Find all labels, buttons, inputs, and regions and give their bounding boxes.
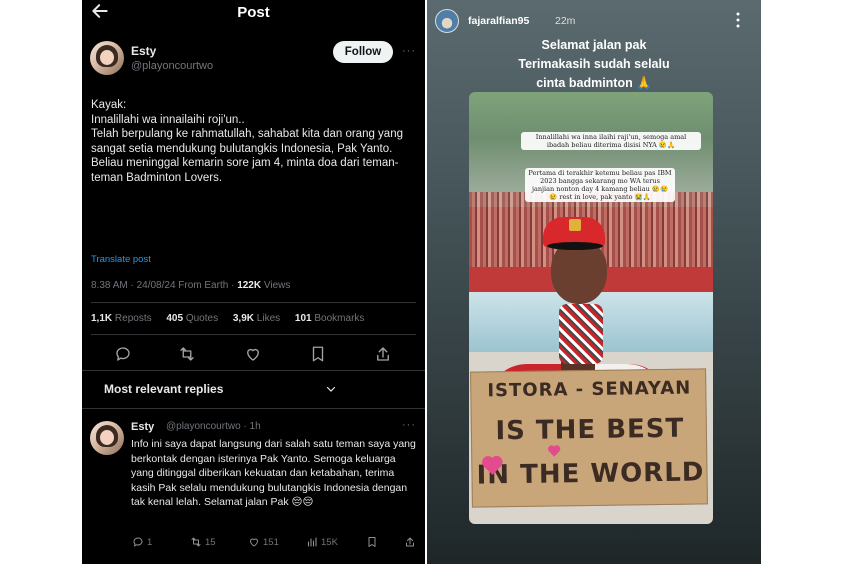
post-stats: 1,1K Reposts 405 Quotes 3,9K Likes 101 B… [91,313,376,324]
post-time: 8.38 AM · 24/08/24 From Earth · [91,280,235,291]
author-handle[interactable]: @playoncourtwo [131,60,213,72]
stat-label: Quotes [185,313,219,324]
bookmark-icon[interactable] [309,345,327,363]
reposts-stat[interactable]: 1,1K Reposts [91,313,158,324]
story-time: 22m [555,15,576,27]
more-options-icon[interactable]: ··· [402,45,416,57]
repost-icon [191,537,201,547]
stat-label: Likes [256,313,281,324]
like-icon[interactable] [244,345,262,363]
author-avatar[interactable] [90,41,124,75]
divider [82,370,425,371]
story-caption-line: cinta badminton 🙏 [536,76,652,90]
sign-line: IN THE WORLD [476,457,705,491]
reply-stat-value: 15 [205,536,216,548]
bookmarks-stat[interactable]: 101 Bookmarks [295,313,370,324]
stat-count: 1,1K [91,313,113,324]
reply-share[interactable] [404,536,419,548]
reply-stat-value: 15K [321,536,338,548]
reply-like-count[interactable]: 151 [248,536,279,548]
cap-badge [569,219,581,231]
translate-post-link[interactable]: Translate post [91,254,151,265]
story-caption-line: Terimakasih sudah selalu [518,57,670,71]
reply-repost-count[interactable]: 15 [190,536,216,548]
likes-stat[interactable]: 3,9K Likes [233,313,286,324]
reply-author-handle[interactable]: @playoncourtwo · 1h [166,421,261,432]
divider [91,302,416,303]
repost-icon[interactable] [178,345,196,363]
photo-overlay-text: Innalillahi wa inna ilaihi raji'un, semo… [521,132,701,150]
share-icon[interactable] [374,345,392,363]
x-post-panel: Post Esty @playoncourtwo Follow ··· Kaya… [82,0,425,564]
follow-button[interactable]: Follow [333,41,393,63]
reply-views-count[interactable]: 15K [306,536,338,548]
sign-line: ISTORA - SENAYAN [487,377,692,402]
author-name[interactable]: Esty [131,44,156,58]
reply-bookmark[interactable] [366,536,381,548]
post-text: Kayak: Innalillahi wa innailaihi roji'un… [91,98,416,185]
stat-count: 3,9K [232,313,254,324]
reply-icon [133,537,143,547]
chevron-down-icon[interactable] [325,383,337,395]
reply-author-name[interactable]: Esty [131,421,154,433]
quotes-stat[interactable]: 405 Quotes [166,313,224,324]
post-header: Post [82,0,425,26]
photo-overlay-text: Pertama di terakhir ketemu beliau pas IB… [525,168,675,202]
story-photo[interactable]: Innalillahi wa inna ilaihi raji'un, semo… [469,92,713,524]
instagram-story-panel: fajaralfian95 22m Selamat jalan pak Teri… [427,0,761,564]
story-username[interactable]: fajaralfian95 [468,15,529,27]
reply-icon[interactable] [114,345,132,363]
post-text-line: Kayak: [91,99,127,111]
story-caption-line: Selamat jalan pak [541,38,647,52]
share-icon [406,537,414,547]
replies-sort-dropdown[interactable]: Most relevant replies [104,382,223,396]
post-meta: 8.38 AM · 24/08/24 From Earth · 122K Vie… [91,280,290,291]
stat-count: 101 [294,313,312,324]
header-title: Post [237,4,270,21]
post-text-line: Telah berpulang ke rahmatullah, sahabat … [91,128,403,184]
heart-icon [549,446,560,457]
stat-label: Bookmarks [314,313,365,324]
post-text-line: Innalillahi wa innailaihi roji'un.. [91,113,245,126]
stat-count: 405 [166,313,184,324]
views-icon [307,537,317,547]
divider [91,334,416,335]
scarf [559,304,603,364]
divider [82,408,425,409]
reply-reply-count[interactable]: 1 [132,536,152,548]
sign-line: IS THE BEST [495,413,685,447]
views-label: Views [263,280,291,291]
stat-label: Reposts [114,313,152,324]
cardboard-sign: ISTORA - SENAYAN IS THE BEST IN THE WORL… [470,368,708,508]
cap-brim [547,242,603,250]
reply-more-options-icon[interactable]: ··· [402,419,416,431]
reply-stat-value: 151 [263,536,279,548]
bookmark-icon [368,537,376,547]
like-icon [250,538,258,547]
story-user-avatar[interactable] [435,9,459,33]
views-count: 122K [237,280,262,291]
reply-text: Info ini saya dapat langsung dari salah … [131,438,416,508]
more-options-icon[interactable] [735,12,741,28]
reply-stat-value: 1 [147,536,153,548]
reply-avatar[interactable] [90,421,124,455]
